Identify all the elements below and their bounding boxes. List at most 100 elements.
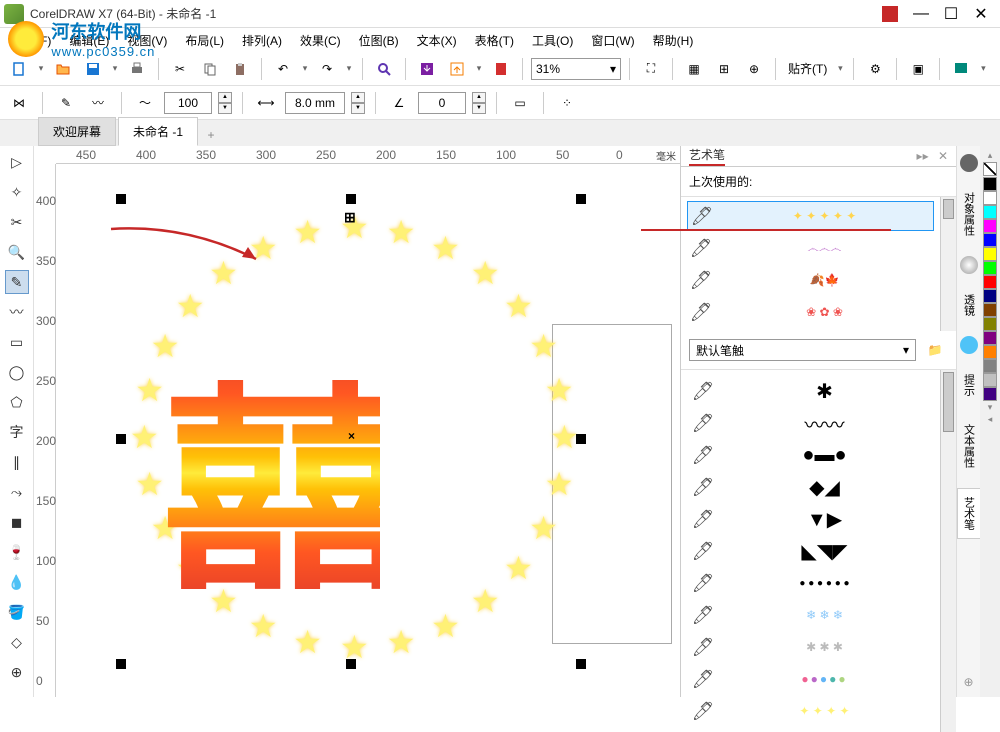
menu-effects[interactable]: 效果(C) [292,29,349,52]
selection-handle[interactable] [116,194,126,204]
color-swatch[interactable] [983,289,997,303]
angle-input[interactable] [418,92,466,114]
options-button[interactable]: ⚙ [862,56,888,82]
text-tool[interactable]: 字 [5,420,29,444]
new-dropdown[interactable]: ▾ [36,63,46,74]
color-swatch[interactable] [983,373,997,387]
maximize-button[interactable]: ☐ [936,2,966,26]
artistic-media-tool[interactable]: 〰 [5,300,29,324]
brush-row[interactable]: 🖊✱ ✱ ✱ [689,632,932,662]
menu-layout[interactable]: 布局(L) [177,29,232,52]
search-button[interactable] [371,56,397,82]
width-spinner[interactable]: ▲▼ [351,92,365,114]
polygon-tool[interactable]: ⬠ [5,390,29,414]
tab-welcome[interactable]: 欢迎屏幕 [38,117,116,146]
lens-tab-icon[interactable] [960,256,978,274]
menu-window[interactable]: 窗口(W) [583,29,642,52]
connector-tool[interactable]: ⤳ [5,480,29,504]
docker-collapse-icon[interactable]: ▸▸ [917,149,929,163]
tab-document[interactable]: 未命名 -1 [118,117,198,146]
export-button[interactable] [444,56,470,82]
selection-handle[interactable] [346,194,356,204]
more-tool[interactable]: ⊕ [5,660,29,684]
palette-flyout-icon[interactable]: ◂ [988,414,993,425]
color-swatch[interactable] [983,359,997,373]
fill-tool[interactable]: 🪣 [5,600,29,624]
freehand-button[interactable]: ✎ [53,90,79,116]
color-swatch[interactable] [983,233,997,247]
launcher-button[interactable]: ▣ [905,56,931,82]
ruler-horizontal[interactable]: 450 400 350 300 250 200 150 100 50 0 毫米 [56,146,680,164]
menu-edit[interactable]: 编辑(E) [61,29,117,52]
browse-button[interactable]: 📁 [922,337,948,363]
color-swatch[interactable] [983,191,997,205]
transparency-tool[interactable]: 🍷 [5,540,29,564]
snap-dropdown[interactable]: ▾ [835,63,845,74]
menu-file[interactable]: 文件(F) [4,29,59,52]
shadow-tool[interactable]: ◼ [5,510,29,534]
scrollbar[interactable] [940,197,956,331]
publish-button[interactable] [488,56,514,82]
brush-row[interactable]: 🖊✱ [689,376,932,406]
freehand-tool[interactable]: ✎ [5,270,29,294]
show-guides-button[interactable]: ⊕ [741,56,767,82]
selection-handle[interactable] [576,194,586,204]
hint-tab-icon[interactable] [960,336,978,354]
brush-row[interactable]: 🖊● ● ● ● ● ● [689,568,932,598]
import-button[interactable] [414,56,440,82]
menu-view[interactable]: 视图(V) [119,29,175,52]
obj-props-tab-icon[interactable] [960,154,978,172]
save-dropdown[interactable]: ▾ [110,63,120,74]
color-swatch[interactable] [983,205,997,219]
app-button[interactable] [948,56,974,82]
redo-button[interactable]: ↷ [314,56,340,82]
smoothing-input[interactable] [164,92,212,114]
zoom-tool[interactable]: 🔍 [5,240,29,264]
preset-button[interactable]: ⋈ [6,90,32,116]
wave-icon[interactable]: 〰 [85,90,111,116]
crop-tool[interactable]: ✂ [5,210,29,234]
color-swatch[interactable] [983,331,997,345]
undo-dropdown[interactable]: ▾ [300,63,310,74]
eyedropper-tool[interactable]: 💧 [5,570,29,594]
selection-handle[interactable] [116,434,126,444]
export-dropdown[interactable]: ▾ [474,63,484,74]
color-swatch[interactable] [983,387,997,401]
menu-table[interactable]: 表格(T) [467,29,522,52]
color-swatch[interactable] [983,247,997,261]
no-color-swatch[interactable] [983,162,997,176]
new-button[interactable] [6,56,32,82]
selection-handle[interactable] [576,434,586,444]
brush-row[interactable]: 🖊 ❀ ✿ ❀ [687,297,934,327]
rectangle-tool[interactable]: ▭ [5,330,29,354]
zoom-combo[interactable]: 31% ▾ [531,58,621,80]
palette-up-icon[interactable]: ▴ [988,150,993,161]
selection-center[interactable]: × [348,429,355,443]
selection-handle[interactable] [116,659,126,669]
docker-tab-hint[interactable]: 提示 [958,366,980,404]
open-button[interactable] [50,56,76,82]
color-swatch[interactable] [983,345,997,359]
rotation-handle[interactable]: ⊞ [344,209,356,226]
cut-button[interactable]: ✂ [167,56,193,82]
ellipse-tool[interactable]: ◯ [5,360,29,384]
tab-add-button[interactable]: + [200,124,222,146]
canvas[interactable]: ★★★★★★★★★★★★★★★★★★★★★★★★★★★★ 囍 × ⊞ [56,164,680,697]
parallel-tool[interactable]: ∥ [5,450,29,474]
brush-row[interactable]: 🖊〰〰 [689,408,932,438]
brush-row[interactable]: 🖊◆◢ [689,472,932,502]
color-swatch[interactable] [983,275,997,289]
brush-row[interactable]: 🖊 🍂🍁 [687,265,934,295]
menu-help[interactable]: 帮助(H) [645,29,702,52]
print-button[interactable] [124,56,150,82]
app-dropdown[interactable]: ▾ [978,63,988,74]
brush-row[interactable]: 🖊✦ ✦ ✦ ✦ [689,696,932,726]
docker-tab-text[interactable]: 文本属性 [958,416,980,476]
show-grid-button[interactable]: ⊞ [711,56,737,82]
menu-bitmap[interactable]: 位图(B) [351,29,407,52]
scrollbar[interactable] [940,370,956,732]
brush-row[interactable]: 🖊●●●●● [689,664,932,694]
show-rulers-button[interactable]: ▦ [681,56,707,82]
smoothing-spinner[interactable]: ▲▼ [218,92,232,114]
save-button[interactable] [80,56,106,82]
